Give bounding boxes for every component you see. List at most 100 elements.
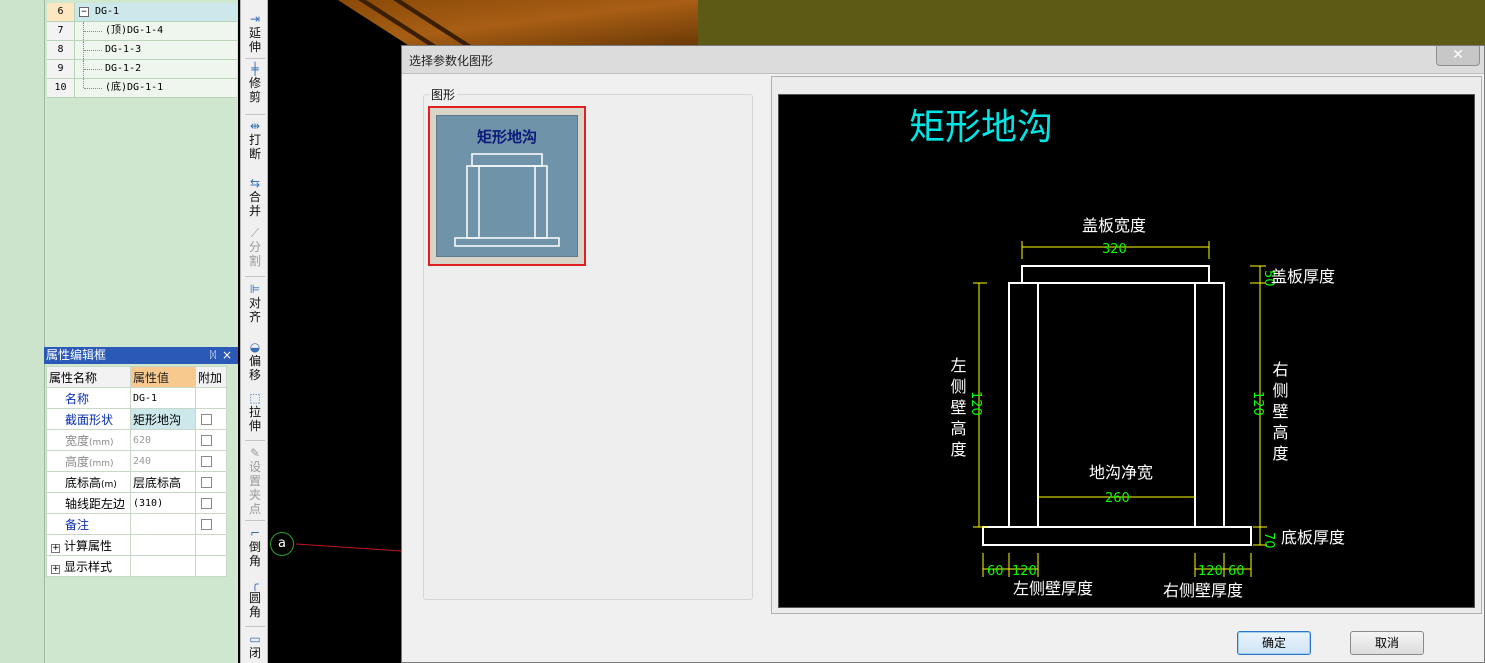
align-button[interactable]: ⊫ 对齐 xyxy=(241,282,269,324)
dim-value-left-offset: 60 xyxy=(987,564,1004,579)
tree-label: DG-1-2 xyxy=(105,63,142,74)
set-grip-button[interactable]: ✎ 设置夹点 xyxy=(241,446,269,516)
fillet-button[interactable]: ╭ 圆角 xyxy=(241,577,269,619)
cancel-button[interactable]: 取消 xyxy=(1350,631,1424,655)
stretch-icon: ⬚ xyxy=(249,391,261,405)
extra-checkbox[interactable] xyxy=(201,498,212,509)
trim-button[interactable]: ╪ 修剪 xyxy=(241,62,269,104)
dim-value-left-wall-height: 120 xyxy=(968,391,983,416)
toolbar-divider xyxy=(245,58,265,59)
expand-icon[interactable]: + xyxy=(51,564,60,574)
property-group-name: 显示样式 xyxy=(64,559,113,574)
property-value[interactable]: 层底标高 xyxy=(130,471,196,493)
ok-button[interactable]: 确定 xyxy=(1237,631,1311,655)
property-row[interactable]: 底标高(m) 层底标高 xyxy=(46,471,227,493)
tree-row[interactable]: 7 (顶)DG-1-4 xyxy=(47,22,237,41)
label-bottom-thickness: 底板厚度 xyxy=(1281,528,1345,547)
dim-value-right-wall: 120 xyxy=(1198,564,1223,579)
bottom-plate xyxy=(982,526,1252,546)
collapse-icon[interactable]: − xyxy=(79,7,89,17)
tool-label: 合并 xyxy=(248,190,261,218)
property-extra xyxy=(195,429,227,451)
extra-checkbox[interactable] xyxy=(201,435,212,446)
property-name-cell: 底标高(m) xyxy=(46,471,131,493)
property-value[interactable]: (310) xyxy=(130,492,196,514)
property-name: 底标高 xyxy=(65,475,102,490)
property-unit: (mm) xyxy=(89,437,114,448)
tree-row[interactable]: 8 DG-1-3 xyxy=(47,41,237,60)
label-left-wall-height: 左侧壁高度 xyxy=(948,357,967,462)
tool-label: 倒角 xyxy=(248,540,261,568)
row-number: 10 xyxy=(47,79,75,97)
axis-marker[interactable]: a xyxy=(270,532,294,556)
tool-label: 圆角 xyxy=(248,591,261,619)
property-group-row[interactable]: + 显示样式 xyxy=(46,555,227,577)
property-value[interactable] xyxy=(130,513,196,535)
property-group-cell[interactable]: + 显示样式 xyxy=(46,555,131,577)
property-value[interactable]: 240 xyxy=(130,450,196,472)
property-value[interactable]: DG-1 xyxy=(130,387,196,409)
thumb-base-plate xyxy=(454,237,560,247)
offset-button[interactable]: ◒ 偏移 xyxy=(241,340,269,382)
extend-button[interactable]: ⇥ 延伸 xyxy=(241,12,269,54)
dialog-titlebar: 选择参数化图形 ✕ xyxy=(402,46,1484,74)
extra-checkbox[interactable] xyxy=(201,456,212,467)
close-button[interactable]: ✕ xyxy=(1436,46,1480,66)
property-value[interactable]: 620 xyxy=(130,429,196,451)
property-name: 名称 xyxy=(46,387,131,409)
extra-checkbox[interactable] xyxy=(201,519,212,530)
chamfer-button[interactable]: ⌐ 倒角 xyxy=(241,526,269,568)
property-value[interactable]: 矩形地沟 xyxy=(130,408,196,430)
toolbar-divider xyxy=(245,626,265,627)
preview-drawing: 矩形地沟 320 50 120 120 260 70 60 120 120 60… xyxy=(909,107,1345,600)
column-header-name: 属性名称 xyxy=(46,366,131,388)
property-row[interactable]: 名称 DG-1 xyxy=(46,387,227,409)
dim-value-right-offset: 60 xyxy=(1228,564,1245,579)
tool-label: 修剪 xyxy=(248,76,261,104)
thumbnail-drawing xyxy=(454,153,560,247)
close-shape-icon: ▭ xyxy=(249,632,261,646)
left-wall xyxy=(1008,282,1039,528)
property-row[interactable]: 宽度(mm) 620 xyxy=(46,429,227,451)
property-row[interactable]: 轴线距左边 (310) xyxy=(46,492,227,514)
property-row[interactable]: 截面形状 矩形地沟 xyxy=(46,408,227,430)
label-left-wall-thickness: 左侧壁厚度 xyxy=(1013,579,1093,598)
row-number: 6 xyxy=(47,3,75,21)
property-extra xyxy=(195,513,227,535)
property-row[interactable]: 高度(mm) 240 xyxy=(46,450,227,472)
tree-connector xyxy=(84,50,102,51)
property-name: 轴线距左边 xyxy=(46,492,131,514)
pin-icon[interactable]: ᛞ xyxy=(210,347,216,364)
thumbnail-image: 矩形地沟 xyxy=(436,115,578,257)
shape-thumbnail-rect-trench[interactable]: 矩形地沟 xyxy=(428,106,586,266)
split-button[interactable]: ⟋ 分割 xyxy=(241,226,269,268)
property-name: 备注 xyxy=(46,513,131,535)
tool-label: 对齐 xyxy=(248,296,261,324)
toolbar-divider xyxy=(245,440,265,441)
tree-row[interactable]: 9 DG-1-2 xyxy=(47,60,237,79)
column-header-value: 属性值 xyxy=(130,366,196,388)
tool-label: 设置夹点 xyxy=(248,460,261,516)
property-group-row[interactable]: + 计算属性 xyxy=(46,534,227,556)
stretch-button[interactable]: ⬚ 拉伸 xyxy=(241,391,269,433)
merge-button[interactable]: ⇆ 合并 xyxy=(241,176,269,218)
shape-preview: 矩形地沟 320 50 120 120 260 70 60 120 120 60… xyxy=(778,94,1475,608)
tree-label: (底)DG-1-1 xyxy=(105,82,164,93)
tree-row[interactable]: 10 (底)DG-1-1 xyxy=(47,79,237,98)
property-extra xyxy=(195,534,227,556)
axis-line xyxy=(295,543,402,552)
close-shape-button[interactable]: ▭ 闭 xyxy=(241,632,269,660)
property-extra xyxy=(195,387,227,409)
expand-icon[interactable]: + xyxy=(51,543,60,553)
extra-checkbox[interactable] xyxy=(201,477,212,488)
dim-value-bottom-thickness: 70 xyxy=(1261,532,1276,549)
close-icon[interactable]: × xyxy=(222,347,232,364)
preview-title: 矩形地沟 xyxy=(909,107,1053,148)
tool-label: 拉伸 xyxy=(248,405,261,433)
tree-label: DG-1 xyxy=(95,6,120,17)
property-group-cell[interactable]: + 计算属性 xyxy=(46,534,131,556)
extra-checkbox[interactable] xyxy=(201,414,212,425)
break-button[interactable]: ⇹ 打断 xyxy=(241,119,269,161)
tree-row[interactable]: 6 − DG-1 xyxy=(47,3,237,22)
property-row[interactable]: 备注 xyxy=(46,513,227,535)
